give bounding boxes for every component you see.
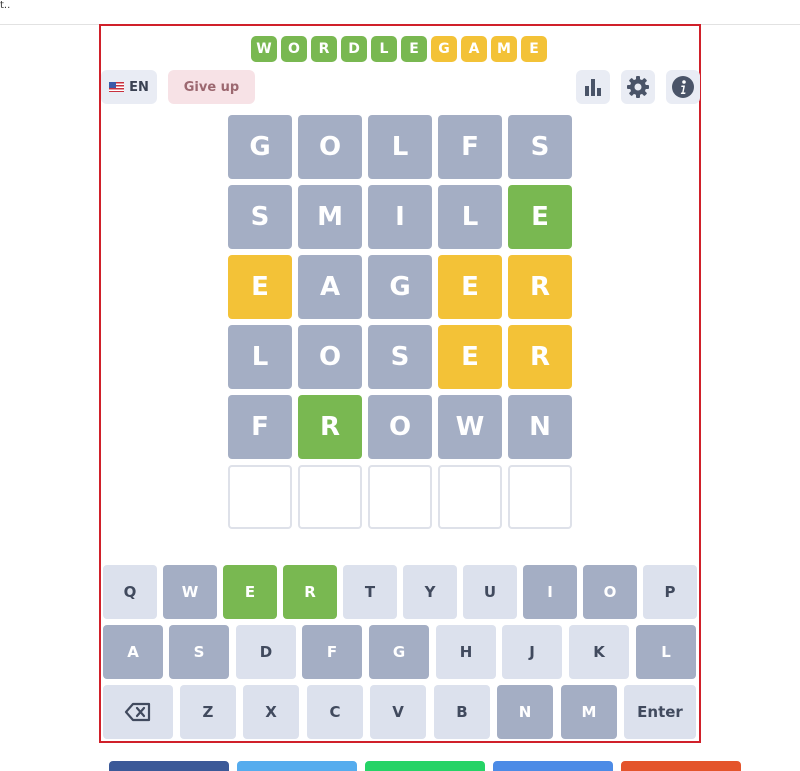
board-tile: [438, 465, 502, 529]
logo-letter: W: [251, 36, 277, 62]
board-tile: L: [368, 115, 432, 179]
key-a[interactable]: A: [103, 625, 163, 679]
board-tile: S: [228, 185, 292, 249]
logo-letter: M: [491, 36, 517, 62]
board-tile: L: [438, 185, 502, 249]
language-label: EN: [129, 79, 149, 95]
logo-letter: R: [311, 36, 337, 62]
board-tile: L: [228, 325, 292, 389]
language-button[interactable]: EN: [101, 70, 157, 104]
key-b[interactable]: B: [434, 685, 490, 739]
logo-letter: D: [341, 36, 367, 62]
board-tile: R: [508, 325, 572, 389]
share-button[interactable]: [109, 761, 229, 771]
key-e[interactable]: E: [223, 565, 277, 619]
board-tile: S: [368, 325, 432, 389]
key-t[interactable]: T: [343, 565, 397, 619]
key-p[interactable]: P: [643, 565, 697, 619]
key-r[interactable]: R: [283, 565, 337, 619]
key-i[interactable]: I: [523, 565, 577, 619]
logo-letter: G: [431, 36, 457, 62]
board-tile: [368, 465, 432, 529]
logo-letter: A: [461, 36, 487, 62]
board-tile: R: [508, 255, 572, 319]
key-z[interactable]: Z: [180, 685, 236, 739]
page-top-text: t..: [0, 0, 11, 11]
board-tile: W: [438, 395, 502, 459]
us-flag-icon: [109, 82, 125, 92]
board-tile: [508, 465, 572, 529]
backspace-key[interactable]: [103, 685, 173, 739]
board-tile: N: [508, 395, 572, 459]
key-q[interactable]: Q: [103, 565, 157, 619]
board-tile: E: [438, 325, 502, 389]
share-button[interactable]: [365, 761, 485, 771]
info-icon: [672, 76, 694, 98]
board-tile: [228, 465, 292, 529]
share-button[interactable]: [621, 761, 741, 771]
share-button[interactable]: [493, 761, 613, 771]
board-tile: E: [508, 185, 572, 249]
info-button[interactable]: [666, 70, 700, 104]
board-tile: G: [228, 115, 292, 179]
board-tile: S: [508, 115, 572, 179]
statistics-button[interactable]: [576, 70, 610, 104]
key-x[interactable]: X: [243, 685, 299, 739]
board-tile: I: [368, 185, 432, 249]
enter-key[interactable]: Enter: [624, 685, 696, 739]
give-up-button[interactable]: Give up: [168, 70, 255, 104]
key-k[interactable]: K: [569, 625, 629, 679]
board-tile: [298, 465, 362, 529]
key-v[interactable]: V: [370, 685, 426, 739]
board-tile: E: [438, 255, 502, 319]
share-button[interactable]: [237, 761, 357, 771]
key-d[interactable]: D: [236, 625, 296, 679]
board-tile: R: [298, 395, 362, 459]
logo-letter: L: [371, 36, 397, 62]
board-tile: O: [298, 115, 362, 179]
logo-letter: E: [521, 36, 547, 62]
key-o[interactable]: O: [583, 565, 637, 619]
logo-letter: O: [281, 36, 307, 62]
key-w[interactable]: W: [163, 565, 217, 619]
key-h[interactable]: H: [436, 625, 496, 679]
key-n[interactable]: N: [497, 685, 553, 739]
key-l[interactable]: L: [636, 625, 696, 679]
key-j[interactable]: J: [502, 625, 562, 679]
key-m[interactable]: M: [561, 685, 617, 739]
settings-button[interactable]: [621, 70, 655, 104]
key-g[interactable]: G: [369, 625, 429, 679]
key-u[interactable]: U: [463, 565, 517, 619]
key-y[interactable]: Y: [403, 565, 457, 619]
board-tile: F: [438, 115, 502, 179]
logo-letter: E: [401, 36, 427, 62]
key-f[interactable]: F: [302, 625, 362, 679]
board-tile: G: [368, 255, 432, 319]
board-tile: A: [298, 255, 362, 319]
wordle-game-logo: WORDLEGAME: [251, 36, 547, 62]
gear-icon: [627, 76, 649, 98]
board-tile: M: [298, 185, 362, 249]
backspace-icon: [124, 702, 151, 722]
board-tile: E: [228, 255, 292, 319]
board-tile: F: [228, 395, 292, 459]
key-s[interactable]: S: [169, 625, 229, 679]
key-c[interactable]: C: [307, 685, 363, 739]
board-tile: O: [298, 325, 362, 389]
bar-chart-icon: [585, 79, 601, 96]
board-tile: O: [368, 395, 432, 459]
